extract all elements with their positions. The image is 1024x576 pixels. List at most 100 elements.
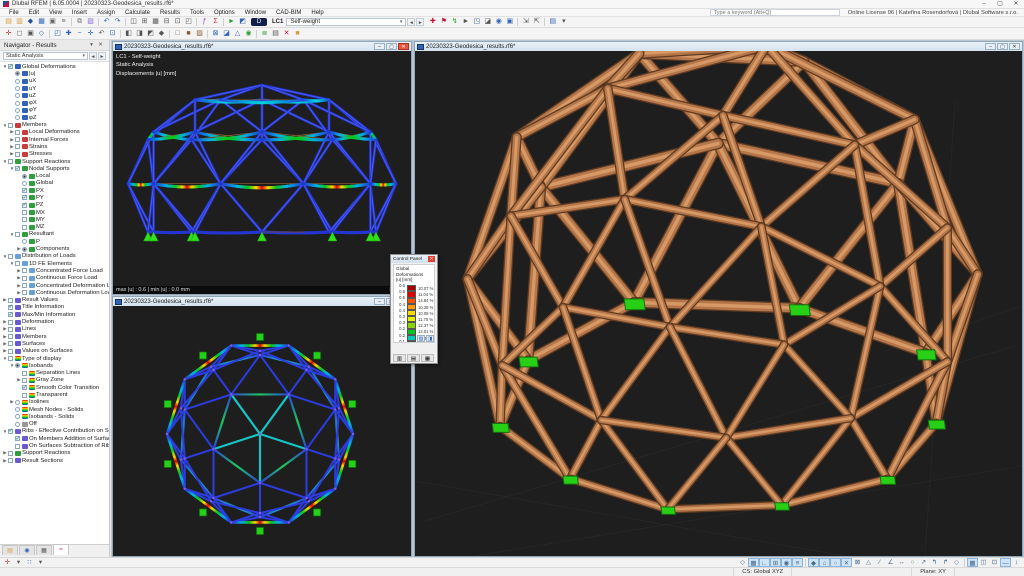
tree-item-transparent[interactable]: Transparent: [0, 391, 109, 398]
render-wireframe-icon[interactable]: □: [172, 29, 183, 39]
tree-item-values-on-surfaces[interactable]: ▶Values on Surfaces: [0, 348, 109, 355]
tree-item-result-sections[interactable]: ▶Result Sections: [0, 457, 109, 464]
split-view-icon[interactable]: ◫: [978, 558, 989, 567]
user-views-icon[interactable]: ▣: [504, 17, 515, 27]
tree-item-x[interactable]: φX: [0, 99, 109, 106]
minimize-button[interactable]: –: [976, 0, 992, 9]
tree-item-mesh-nodes-solids[interactable]: Mesh Nodes - Solids: [0, 406, 109, 413]
lock-icon[interactable]: ◇: [951, 558, 962, 567]
control-panel[interactable]: Control Panel ✕ Global Deformations |u| …: [390, 254, 438, 364]
checkbox-unchecked[interactable]: [22, 283, 27, 288]
clipping-box-icon[interactable]: ⊠: [210, 29, 221, 39]
checkbox-unchecked[interactable]: [22, 217, 27, 222]
coordinate-system-picker-icon[interactable]: ✛: [2, 558, 13, 567]
navigator-toggle-icon[interactable]: ◫: [128, 17, 139, 27]
checkbox-checked[interactable]: [8, 312, 13, 317]
radio-checked[interactable]: [22, 247, 27, 252]
draw-line-icon[interactable]: ∕: [874, 558, 885, 567]
tree-item-stresses[interactable]: ▶Stresses: [0, 151, 109, 158]
edit-parameters-icon[interactable]: ƒ: [199, 17, 210, 27]
tree-item-lines[interactable]: ▶Lines: [0, 326, 109, 333]
render-solid-icon[interactable]: ■: [183, 29, 194, 39]
measure-icon[interactable]: ↔: [896, 558, 907, 567]
calculation-settings-icon[interactable]: ◩: [237, 17, 248, 27]
tree-item-components[interactable]: ▶Components: [0, 245, 109, 252]
layout-manager-icon[interactable]: ⊡: [172, 17, 183, 27]
display-options-icon[interactable]: ◰: [183, 17, 194, 27]
section-plane-icon[interactable]: ◪: [221, 29, 232, 39]
select-objects-icon[interactable]: ◻: [14, 29, 25, 39]
analysis-type-combo[interactable]: Static Analysis ▾: [3, 52, 88, 61]
analysis-prev-button[interactable]: ◄: [89, 52, 97, 61]
section-views-icon[interactable]: ◪: [482, 17, 493, 27]
delete-results-icon[interactable]: ✕: [281, 29, 292, 39]
new-model-icon[interactable]: ▤: [3, 17, 14, 27]
tree-item-1d-fe-elements[interactable]: ▼1D FE Elements: [0, 260, 109, 267]
tab-views[interactable]: ▦: [36, 545, 52, 555]
previous-view-icon[interactable]: ↶: [96, 29, 107, 39]
tree-item-support-reactions[interactable]: ▶Support Reactions: [0, 450, 109, 457]
viewport-restore-button[interactable]: ▢: [997, 43, 1008, 51]
checkbox-unchecked[interactable]: [8, 298, 13, 303]
panel-edit-scale-button[interactable]: ▨: [417, 335, 425, 342]
radio-unchecked[interactable]: [15, 422, 20, 427]
radio-unchecked[interactable]: [15, 407, 20, 412]
copy-object-icon[interactable]: ⧉: [74, 17, 85, 27]
guide-lines-icon[interactable]: ≣: [259, 29, 270, 39]
radio-unchecked[interactable]: [15, 414, 20, 419]
viewport-restore-button[interactable]: ▢: [386, 43, 397, 51]
tree-item-members[interactable]: ▶Members: [0, 333, 109, 340]
tree-item-type-of-display[interactable]: ▼Type of display: [0, 355, 109, 362]
global-settings-icon[interactable]: Σ: [210, 17, 221, 27]
block-library-icon[interactable]: ▧: [85, 17, 96, 27]
tree-item-global-deformations[interactable]: ▼Global Deformations: [0, 63, 109, 70]
maximize-view-icon[interactable]: ▦: [967, 558, 978, 567]
show-results-icon[interactable]: ✚: [427, 17, 438, 27]
checkbox-unchecked[interactable]: [8, 341, 13, 346]
tree-item-local-deformations[interactable]: ▶Local Deformations: [0, 129, 109, 136]
tree-item-local[interactable]: Local: [0, 172, 109, 179]
tree-item-deformation[interactable]: ▶Deformation: [0, 318, 109, 325]
snap-inter-icon[interactable]: ✕: [841, 558, 852, 567]
tree-item-mx[interactable]: MX: [0, 209, 109, 216]
viewport-front-titlebar[interactable]: 20230323-Geodesica_results.rf6* – ▢ ✕: [113, 42, 411, 51]
menu-insert[interactable]: Insert: [67, 10, 92, 16]
table-manager-icon[interactable]: ▦: [150, 17, 161, 27]
panel-tab-filter[interactable]: ▦: [421, 354, 434, 362]
tree-item-nodal-supports[interactable]: ▼Nodal Supports: [0, 165, 109, 172]
tree-item-continuous-force-load[interactable]: ▶Continuous Force Load: [0, 275, 109, 282]
snap-perp-icon[interactable]: ⊠: [852, 558, 863, 567]
load-case-next-button[interactable]: ►: [416, 18, 424, 27]
checkbox-unchecked[interactable]: [22, 378, 27, 383]
radio-checked[interactable]: [22, 174, 27, 179]
tree-item-support-reactions[interactable]: ▼Support Reactions: [0, 158, 109, 165]
background-layers-icon[interactable]: ▤: [270, 29, 281, 39]
menu-options[interactable]: Options: [209, 10, 240, 16]
redo-icon[interactable]: ↷: [112, 17, 123, 27]
tree-item-concentrated-deformation-load[interactable]: ▶Concentrated Deformation Load: [0, 282, 109, 289]
viewport-minimize-button[interactable]: –: [374, 43, 385, 51]
tree-item-separation-lines[interactable]: Separation Lines: [0, 369, 109, 376]
increment-icon[interactable]: ↰: [929, 558, 940, 567]
ortho-icon[interactable]: ∟: [759, 558, 770, 567]
work-plane-picker-icon[interactable]: ∷: [24, 558, 35, 567]
tree-item-y[interactable]: φY: [0, 107, 109, 114]
tree-item-max-min-information[interactable]: Max/Min Information: [0, 311, 109, 318]
snap-node-icon[interactable]: ⌂: [819, 558, 830, 567]
checkbox-unchecked[interactable]: [22, 268, 27, 273]
radio-unchecked[interactable]: [15, 86, 20, 91]
tree-item-p[interactable]: P: [0, 238, 109, 245]
checkbox-unchecked[interactable]: [15, 144, 20, 149]
sync-views-icon[interactable]: ⊡: [989, 558, 1000, 567]
checkbox-unchecked[interactable]: [8, 327, 13, 332]
tree-item-gray-zone[interactable]: ▶Gray Zone: [0, 377, 109, 384]
viewport-3d-titlebar[interactable]: 20230323-Geodesica_results.rf6* – ▢ ✕: [415, 42, 1022, 51]
viewport-minimize-button[interactable]: –: [374, 298, 385, 306]
checkbox-unchecked[interactable]: [15, 137, 20, 142]
menu-calculate[interactable]: Calculate: [120, 10, 155, 16]
guide-snap-icon[interactable]: ↱: [940, 558, 951, 567]
tree-item-z[interactable]: φZ: [0, 114, 109, 121]
zoom-out-icon[interactable]: −: [74, 29, 85, 39]
checkbox-unchecked[interactable]: [8, 254, 13, 259]
load-case-prev-button[interactable]: ◄: [407, 18, 415, 27]
